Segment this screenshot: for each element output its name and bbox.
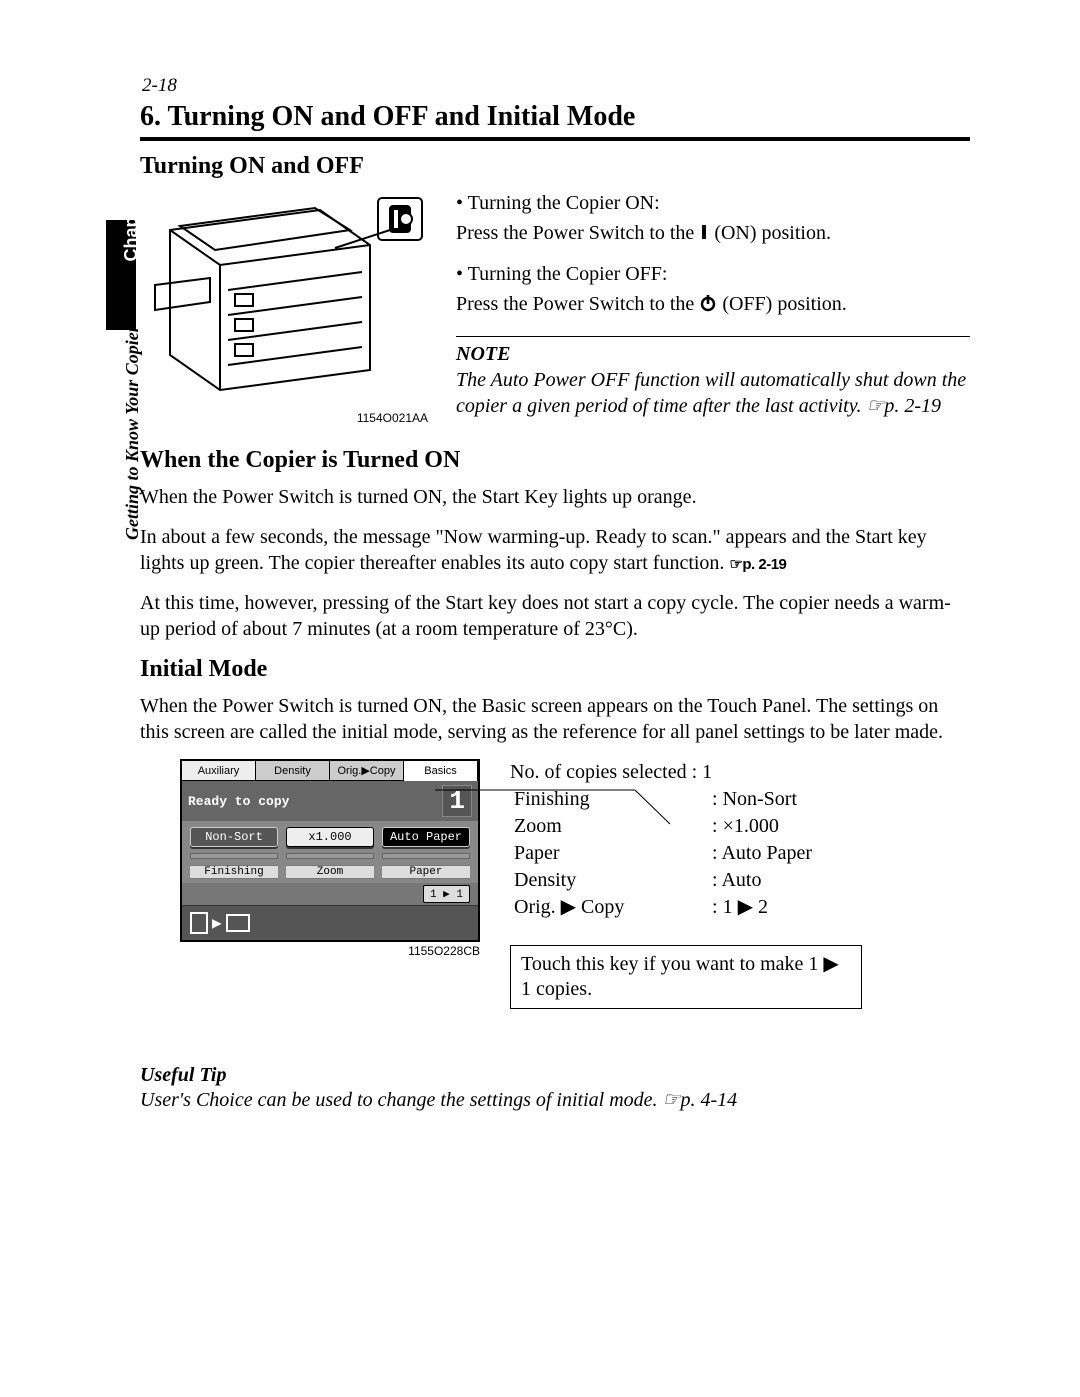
para-when-on-1: When the Power Switch is turned ON, the … (140, 484, 970, 510)
bullet-on-body: Press the Power Switch to the (ON) posit… (456, 220, 970, 248)
useful-tip-body: User's Choice can be used to change the … (140, 1087, 970, 1112)
para-when-on-2: In about a few seconds, the message "Now… (140, 524, 970, 576)
lbl-finishing: Finishing (190, 865, 278, 879)
bullet-on-title: Turning the Copier ON: (456, 190, 970, 216)
touch-panel: Auxiliary Density Orig.▶Copy Basics Read… (180, 759, 480, 942)
panel-status: Ready to copy (188, 794, 438, 809)
lbl-zoom: Zoom (286, 865, 374, 879)
tab-orig-copy[interactable]: Orig.▶Copy (330, 761, 404, 781)
off-icon (699, 293, 717, 319)
tab-basics[interactable]: Basics (404, 761, 478, 781)
note-heading: NOTE (456, 336, 970, 367)
tab-auxiliary[interactable]: Auxiliary (182, 761, 256, 781)
tab-density[interactable]: Density (256, 761, 330, 781)
illustration-code-1: 1154O021AA (140, 411, 428, 425)
panel-tabs: Auxiliary Density Orig.▶Copy Basics (182, 761, 478, 781)
title-rule (140, 137, 970, 141)
note-body: The Auto Power OFF function will automat… (456, 367, 970, 419)
section-tab-label: Getting to Know Your Copier (122, 325, 143, 540)
orientation-icon: ▶ (190, 912, 250, 934)
heading-initial-mode: Initial Mode (140, 656, 970, 683)
btn-non-sort[interactable]: Non-Sort (190, 827, 278, 847)
illustration-code-2: 1155O228CB (180, 944, 480, 958)
page-number: 2-18 (142, 75, 970, 97)
btn-1to1[interactable]: 1 ▶ 1 (423, 885, 470, 903)
heading-turning-on-off: Turning ON and OFF (140, 153, 970, 180)
page-title: 6. Turning ON and OFF and Initial Mode (140, 101, 970, 133)
useful-tip-heading: Useful Tip (140, 1063, 970, 1087)
heading-when-on: When the Copier is Turned ON (140, 447, 970, 474)
callout-1to1: Touch this key if you want to make 1 ▶ 1… (510, 945, 862, 1009)
bullet-off-title: Turning the Copier OFF: (456, 261, 970, 287)
bullet-off-body: Press the Power Switch to the (OFF) posi… (456, 291, 970, 319)
btn-auto-paper[interactable]: Auto Paper (382, 827, 470, 847)
on-icon (699, 222, 709, 248)
chapter-tab-label: Chapter 2 (121, 165, 142, 275)
side-tab: Chapter 2 Getting to Know Your Copier (106, 220, 140, 540)
manual-page: Chapter 2 Getting to Know Your Copier 2-… (0, 0, 1080, 1397)
lbl-paper: Paper (382, 865, 470, 879)
power-instructions: Turning the Copier ON: Press the Power S… (456, 190, 970, 419)
copier-illustration: 1154O021AA (140, 190, 428, 425)
btn-zoom-value[interactable]: x1.000 (286, 827, 374, 847)
initial-settings-list: No. of copies selected : 1 Finishing: No… (510, 759, 862, 1009)
copier-svg (140, 190, 428, 408)
para-initial: When the Power Switch is turned ON, the … (140, 693, 970, 745)
para-when-on-3: At this time, however, pressing of the S… (140, 590, 970, 642)
panel-copy-count: 1 (442, 785, 472, 817)
